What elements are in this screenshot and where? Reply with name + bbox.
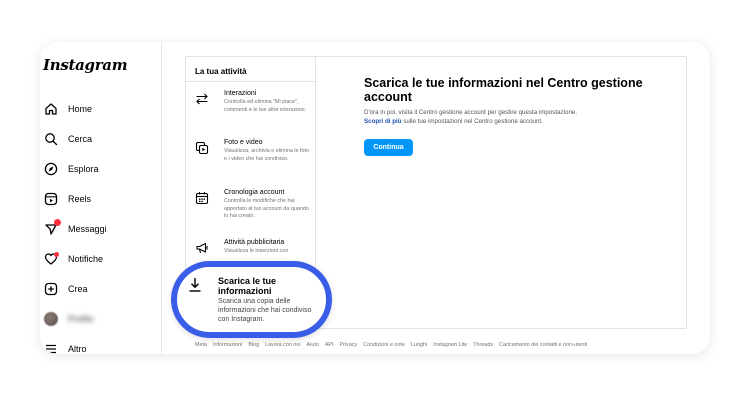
sidebar-item-messages[interactable]: Messaggi — [43, 218, 107, 240]
menu-item-description: Visualizza, archivia o elimina le foto e… — [224, 148, 309, 162]
menu-item-title: Scarica le tue informazioni — [218, 276, 277, 296]
app-window: Instagram Home Cerca Esplora Reels Messa… — [40, 42, 710, 354]
sidebar-item-profile[interactable]: Profilo — [43, 308, 94, 330]
menu-item-title: Foto e video — [224, 139, 263, 146]
notification-badge — [54, 218, 61, 226]
footer-link[interactable]: Luoghi — [411, 342, 427, 348]
footer-link[interactable]: Lavora con noi — [265, 342, 300, 348]
page-description: D'ora in poi, visita il Centro gestione … — [364, 109, 664, 126]
menu-item-title: Attività pubblicitaria — [224, 239, 285, 246]
footer-link[interactable]: Threads — [473, 342, 493, 348]
menu-item-download-info[interactable]: Scarica le tue informazioni Scarica una … — [171, 261, 332, 338]
footer-link[interactable]: Condizioni e note — [363, 342, 405, 348]
megaphone-icon — [195, 241, 209, 255]
sidebar-item-label: Cerca — [68, 134, 93, 144]
description-text: D'ora in poi, visita il Centro gestione … — [364, 109, 578, 116]
description-text: sulle tue impostazioni nel Centro gestio… — [403, 117, 543, 125]
download-icon — [188, 277, 202, 293]
footer-links: Meta Informazioni Blog Lavora con noi Ai… — [195, 342, 587, 348]
sidebar-item-label: Profilo — [68, 314, 94, 324]
sidebar-item-notifications[interactable]: Notifiche — [43, 248, 103, 270]
sidebar: Instagram Home Cerca Esplora Reels Messa… — [40, 42, 162, 354]
page-title: Scarica le tue informazioni nel Centro g… — [364, 76, 643, 104]
sidebar-item-more[interactable]: Altro — [43, 338, 87, 354]
menu-item-interactions[interactable]: Interazioni Controlla ed elimina "Mi pia… — [186, 90, 315, 130]
menu-icon — [43, 342, 58, 355]
footer-link[interactable]: Meta — [195, 342, 207, 348]
messenger-icon — [43, 218, 61, 237]
home-icon — [43, 102, 58, 117]
sidebar-item-explore[interactable]: Esplora — [43, 158, 99, 180]
menu-item-description: Visualizza le inserzioni con — [224, 248, 289, 254]
sidebar-item-label: Home — [68, 104, 93, 114]
avatar — [43, 312, 58, 326]
menu-item-title: Cronologia account — [224, 189, 285, 196]
footer-link[interactable]: Instagram Lite — [433, 342, 467, 348]
search-icon — [43, 132, 58, 147]
sidebar-item-label: Notifiche — [68, 254, 104, 264]
menu-item-description: Scarica una copia delle informazioni che… — [218, 298, 312, 324]
sidebar-item-label: Esplora — [68, 164, 99, 174]
sidebar-item-label: Messaggi — [68, 224, 107, 234]
menu-item-ad-activity[interactable]: Attività pubblicitaria Visualizza le ins… — [186, 239, 315, 263]
instagram-logo[interactable]: Instagram — [43, 56, 128, 74]
menu-item-photos-videos[interactable]: Foto e video Visualizza, archivia o elim… — [186, 139, 315, 179]
footer-link[interactable]: Blog — [248, 342, 259, 348]
reels-icon — [43, 192, 58, 207]
sidebar-item-search[interactable]: Cerca — [43, 128, 92, 150]
calendar-icon — [195, 191, 209, 205]
footer-link[interactable]: API — [325, 342, 334, 348]
compass-icon — [43, 162, 58, 177]
footer-link[interactable]: Aiuto — [307, 342, 319, 348]
divider — [186, 81, 315, 82]
plus-square-icon — [43, 282, 58, 297]
sidebar-item-reels[interactable]: Reels — [43, 188, 91, 210]
menu-item-title: Interazioni — [224, 90, 257, 97]
menu-item-account-history[interactable]: Cronologia account Controlla le modifich… — [186, 189, 315, 233]
heart-icon — [43, 251, 59, 267]
sidebar-item-create[interactable]: Crea — [43, 278, 88, 300]
footer-link[interactable]: Caricamento dei contatti e non-utenti — [499, 342, 587, 348]
footer-link[interactable]: Privacy — [340, 342, 358, 348]
sidebar-item-home[interactable]: Home — [43, 98, 92, 120]
menu-item-description: Controlla le modifiche che hai apportato… — [224, 198, 309, 220]
interactions-icon — [195, 92, 209, 106]
learn-more-link[interactable]: Scopri di più — [364, 118, 401, 125]
sidebar-item-label: Altro — [68, 344, 87, 354]
sidebar-item-label: Crea — [68, 284, 88, 294]
sidebar-item-label: Reels — [68, 194, 92, 204]
notification-dot — [54, 251, 59, 257]
continue-button[interactable]: Continua — [364, 139, 413, 156]
photos-icon — [195, 141, 209, 155]
menu-item-description: Controlla ed elimina "Mi piace", comment… — [224, 99, 307, 113]
activity-menu-title: La tua attività — [195, 67, 247, 76]
footer-link[interactable]: Informazioni — [213, 342, 242, 348]
